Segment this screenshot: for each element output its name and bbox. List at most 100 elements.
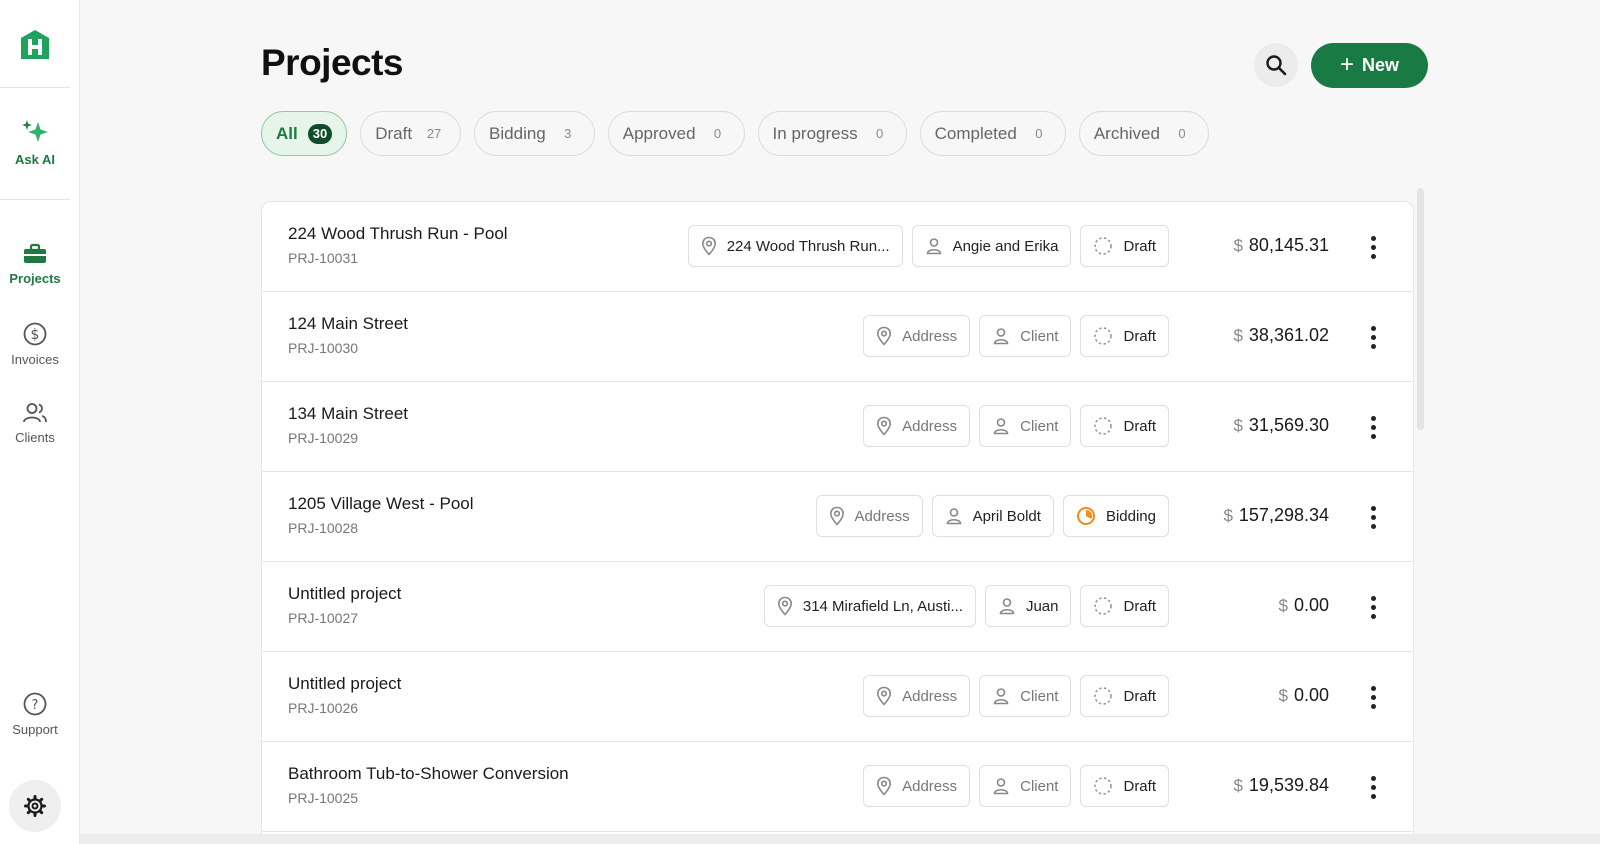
status-text: Draft [1123, 237, 1156, 255]
tab-bidding[interactable]: Bidding 3 [474, 111, 595, 156]
new-project-button[interactable]: + New [1311, 43, 1428, 88]
address-chip[interactable]: Address [863, 315, 971, 357]
amount-value: 19,539.84 [1248, 775, 1329, 795]
project-row[interactable]: 134 Main Street PRJ-10029 Address Client… [262, 382, 1413, 472]
client-chip[interactable]: Client [979, 675, 1072, 717]
person-icon [946, 508, 961, 525]
address-text: 224 Wood Thrush Run... [726, 237, 890, 255]
support-label: Support [12, 722, 58, 737]
help-circle-icon: ? [23, 692, 47, 716]
map-pin-icon [701, 236, 716, 256]
project-amount: $ 38,361.02 [1233, 325, 1329, 346]
person-icon [993, 688, 1009, 705]
project-row[interactable]: Untitled project PRJ-10026 Address Clien… [262, 652, 1413, 742]
map-pin-icon [877, 326, 892, 346]
status-chip[interactable]: Draft [1080, 225, 1169, 267]
project-code: PRJ-10026 [288, 700, 359, 716]
project-name: 224 Wood Thrush Run - Pool [288, 224, 508, 243]
project-name: Bathroom Tub-to-Shower Conversion [288, 764, 569, 783]
status-chip[interactable]: Bidding [1062, 495, 1169, 537]
more-options-icon[interactable] [1361, 412, 1385, 442]
more-options-icon[interactable] [1361, 682, 1385, 712]
client-chip[interactable]: Client [979, 765, 1072, 807]
list-scrollbar[interactable] [1417, 188, 1424, 430]
dollar-circle-icon: $ [23, 322, 47, 346]
address-chip[interactable]: Address [863, 405, 971, 447]
status-chip[interactable]: Draft [1080, 675, 1169, 717]
sidebar-item-label: Projects [9, 271, 61, 286]
project-row[interactable]: Untitled project PRJ-10027 314 Mirafield… [262, 562, 1413, 652]
status-chip[interactable]: Draft [1080, 765, 1169, 807]
project-name: 124 Main Street [288, 314, 409, 333]
search-icon [1266, 55, 1287, 76]
sidebar-item-label: Clients [15, 430, 55, 445]
status-text: Draft [1123, 597, 1156, 615]
sidebar-item-clients[interactable]: Clients [0, 402, 70, 445]
status-chip[interactable]: Draft [1080, 315, 1169, 357]
project-row[interactable]: 1205 Village West - Pool PRJ-10028 Addre… [262, 472, 1413, 562]
person-icon [999, 598, 1015, 615]
project-amount: $ 157,298.34 [1223, 505, 1329, 526]
address-chip[interactable]: 224 Wood Thrush Run... [687, 225, 903, 267]
tab-completed[interactable]: Completed 0 [919, 111, 1066, 156]
ask-ai-button[interactable]: Ask AI [0, 118, 70, 167]
sidebar-item-projects[interactable]: Projects [0, 243, 70, 286]
more-options-icon[interactable] [1361, 322, 1385, 352]
tab-in-progress[interactable]: In progress 0 [757, 111, 907, 156]
project-row[interactable]: 124 Main Street PRJ-10030 Address Client… [262, 292, 1413, 382]
status-chip[interactable]: Draft [1080, 405, 1169, 447]
address-chip[interactable]: Address [863, 675, 971, 717]
client-chip[interactable]: April Boldt [931, 495, 1054, 537]
settings-button[interactable] [9, 780, 61, 832]
plus-icon: + [1339, 50, 1354, 78]
client-text: Angie and Erika [952, 237, 1059, 255]
project-row[interactable]: 224 Wood Thrush Run - Pool PRJ-10031 224… [262, 202, 1413, 292]
client-text: Client [1020, 417, 1059, 435]
project-row[interactable]: Bathroom Tub-to-Shower Conversion PRJ-10… [262, 742, 1413, 832]
draft-status-icon [1094, 597, 1113, 615]
client-chip[interactable]: Client [979, 315, 1072, 357]
more-options-icon[interactable] [1361, 772, 1385, 802]
more-options-icon[interactable] [1361, 502, 1385, 532]
client-chip[interactable]: Client [979, 405, 1072, 447]
address-text: Address [854, 507, 910, 525]
tab-archived[interactable]: Archived 0 [1078, 111, 1209, 156]
draft-status-icon [1094, 237, 1113, 255]
more-options-icon[interactable] [1361, 592, 1385, 622]
client-chip[interactable]: Juan [984, 585, 1072, 627]
client-text: Client [1020, 777, 1059, 795]
app-logo[interactable] [18, 28, 52, 62]
client-chip[interactable]: Angie and Erika [911, 225, 1072, 267]
tab-draft[interactable]: Draft 27 [360, 111, 462, 156]
project-name: Untitled project [288, 674, 402, 693]
tab-count: 0 [1178, 126, 1186, 141]
sidebar-item-invoices[interactable]: $ Invoices [0, 322, 70, 367]
sidebar-divider [0, 87, 70, 88]
tab-label: Draft [375, 123, 413, 143]
project-amount: $ 0.00 [1278, 595, 1329, 616]
support-button[interactable]: ? Support [0, 692, 70, 737]
address-chip[interactable]: 314 Mirafield Ln, Austi... [763, 585, 976, 627]
address-chip[interactable]: Address [815, 495, 923, 537]
tab-all[interactable]: All 30 [261, 111, 348, 156]
amount-value: 38,361.02 [1248, 325, 1329, 345]
project-amount: $ 31,569.30 [1233, 415, 1329, 436]
address-chip[interactable]: Address [863, 765, 971, 807]
sidebar-divider [0, 199, 70, 200]
person-icon [993, 778, 1009, 795]
svg-text:?: ? [32, 698, 39, 713]
search-button[interactable] [1254, 43, 1298, 87]
sparkle-icon [22, 120, 48, 142]
currency-symbol: $ [1233, 236, 1243, 255]
currency-symbol: $ [1233, 416, 1243, 435]
project-code: PRJ-10028 [288, 520, 359, 536]
status-chip[interactable]: Draft [1080, 585, 1169, 627]
tab-count: 0 [1035, 126, 1043, 141]
amount-value: 80,145.31 [1248, 235, 1329, 255]
tab-count: 0 [713, 126, 722, 141]
sidebar-item-label: Invoices [11, 352, 59, 367]
address-text: Address [902, 327, 958, 345]
more-options-icon[interactable] [1361, 232, 1385, 262]
tab-approved[interactable]: Approved 0 [607, 111, 745, 156]
users-icon [23, 403, 47, 423]
